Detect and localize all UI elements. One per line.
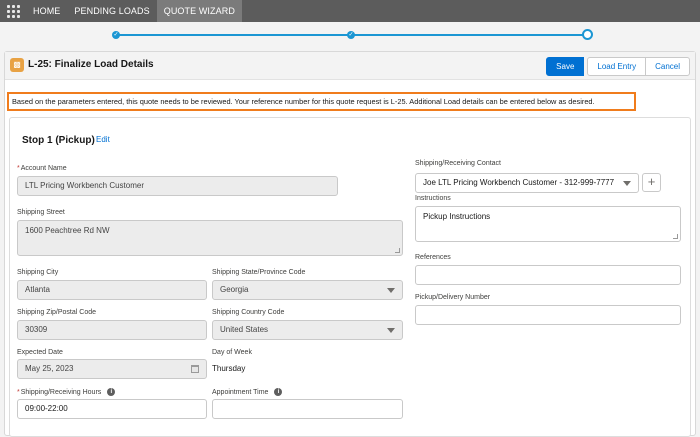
shipping-city-field[interactable]: Atlanta bbox=[17, 280, 207, 300]
info-icon[interactable]: i bbox=[107, 388, 116, 396]
edit-stop-link[interactable]: Edit bbox=[96, 135, 110, 144]
appointment-time-label: Appointment Time i bbox=[212, 388, 283, 396]
expected-date-value: May 25, 2023 bbox=[25, 364, 74, 373]
pickup-number-field[interactable] bbox=[415, 305, 681, 325]
step-complete-icon[interactable]: ✓ bbox=[347, 31, 355, 39]
top-nav: HOME PENDING LOADS QUOTE WIZARD bbox=[0, 0, 700, 22]
header-actions: Save Load Entry Cancel bbox=[546, 57, 690, 76]
pickup-number-label: Pickup/Delivery Number bbox=[415, 294, 491, 301]
required-marker: * bbox=[17, 165, 20, 172]
shipping-street-label: Shipping Street bbox=[17, 209, 65, 216]
nav-tab-quote-wizard[interactable]: QUOTE WIZARD bbox=[156, 0, 242, 22]
instructions-value: Pickup Instructions bbox=[423, 212, 491, 221]
step-current-icon[interactable] bbox=[582, 29, 593, 40]
app-launcher-icon[interactable] bbox=[0, 0, 26, 22]
shipping-country-value: United States bbox=[220, 325, 269, 334]
account-name-label: *Account Name bbox=[17, 165, 67, 172]
shipping-zip-label: Shipping Zip/Postal Code bbox=[17, 309, 96, 316]
chevron-down-icon bbox=[387, 288, 395, 293]
shipping-state-select[interactable]: Georgia bbox=[212, 280, 403, 300]
cancel-button[interactable]: Cancel bbox=[645, 57, 690, 76]
calendar-icon[interactable] bbox=[191, 365, 199, 373]
references-label: References bbox=[415, 254, 451, 261]
instructions-label: Instructions bbox=[415, 195, 451, 202]
contact-value: Joe LTL Pricing Workbench Customer - 312… bbox=[423, 178, 615, 187]
day-of-week-label: Day of Week bbox=[212, 349, 252, 356]
resize-handle-icon[interactable] bbox=[395, 248, 400, 253]
account-name-field[interactable]: LTL Pricing Workbench Customer bbox=[17, 176, 338, 196]
contact-label: Shipping/Receiving Contact bbox=[415, 160, 501, 167]
appointment-time-field[interactable] bbox=[212, 399, 403, 419]
instructions-textarea[interactable]: Pickup Instructions bbox=[415, 206, 681, 242]
chevron-down-icon bbox=[623, 181, 631, 186]
shipping-state-value: Georgia bbox=[220, 285, 249, 294]
shipping-street-value: 1600 Peachtree Rd NW bbox=[25, 226, 110, 235]
expected-date-field[interactable]: May 25, 2023 bbox=[17, 359, 207, 379]
load-entry-button[interactable]: Load Entry bbox=[587, 57, 647, 76]
resize-handle-icon[interactable] bbox=[673, 234, 678, 239]
page-title: L-25: Finalize Load Details bbox=[28, 59, 154, 70]
day-of-week-value: Thursday bbox=[212, 364, 246, 373]
contact-select[interactable]: Joe LTL Pricing Workbench Customer - 312… bbox=[415, 173, 639, 193]
review-notice: Based on the parameters entered, this qu… bbox=[7, 92, 636, 111]
shipping-country-select[interactable]: United States bbox=[212, 320, 403, 340]
save-button[interactable]: Save bbox=[546, 57, 585, 76]
nav-tab-pending-loads[interactable]: PENDING LOADS bbox=[67, 0, 156, 22]
shipping-zip-field[interactable]: 30309 bbox=[17, 320, 207, 340]
chevron-down-icon bbox=[387, 328, 395, 333]
appointment-time-label-text: Appointment Time bbox=[212, 388, 269, 396]
receiving-hours-field[interactable]: 09:00-22:00 bbox=[17, 399, 207, 419]
add-contact-button[interactable]: + bbox=[642, 173, 661, 192]
step-complete-icon[interactable]: ✓ bbox=[112, 31, 120, 39]
account-name-label-text: Account Name bbox=[20, 165, 67, 172]
receiving-hours-label: *Shipping/Receiving Hours i bbox=[17, 388, 116, 396]
card-header: ▩ L-25: Finalize Load Details Save Load … bbox=[5, 52, 695, 80]
wizard-progress: ✓ ✓ bbox=[112, 29, 593, 41]
receiving-hours-label-text: Shipping/Receiving Hours bbox=[20, 388, 102, 396]
shipping-state-label: Shipping State/Province Code bbox=[212, 269, 306, 276]
required-marker: * bbox=[17, 388, 20, 396]
nav-tab-home[interactable]: HOME bbox=[26, 0, 67, 22]
info-icon[interactable]: i bbox=[274, 388, 283, 396]
truck-icon: ▩ bbox=[10, 58, 24, 72]
stop-title: Stop 1 (Pickup) bbox=[22, 135, 95, 146]
expected-date-label: Expected Date bbox=[17, 349, 63, 356]
shipping-country-label: Shipping Country Code bbox=[212, 309, 285, 316]
shipping-street-field[interactable]: 1600 Peachtree Rd NW bbox=[17, 220, 403, 256]
references-field[interactable] bbox=[415, 265, 681, 285]
shipping-city-label: Shipping City bbox=[17, 269, 59, 276]
